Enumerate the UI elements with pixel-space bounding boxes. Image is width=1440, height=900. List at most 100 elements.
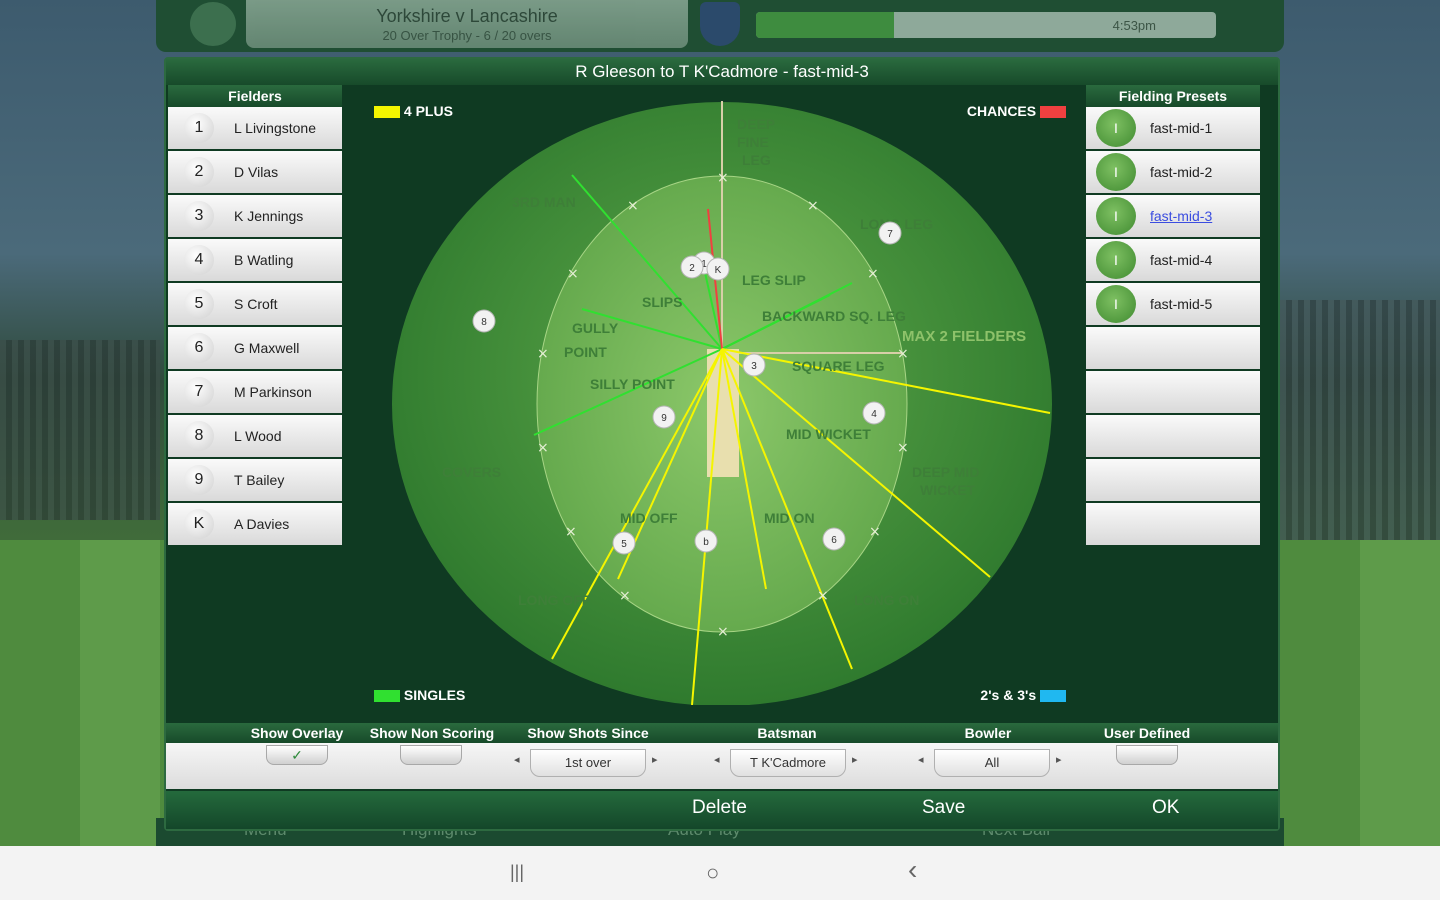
preset-select-button[interactable]: I [1096,153,1136,191]
label-deep-mid: DEEP MID [912,464,979,480]
shots-since-next-icon[interactable]: ▸ [652,753,658,766]
fielder-marker[interactable]: 6 [822,527,846,551]
fielder-row[interactable]: 8 L Wood [168,415,342,457]
fielder-marker[interactable]: 2 [680,255,704,279]
batsman-next-icon[interactable]: ▸ [852,753,858,766]
label-gully: GULLY [572,320,619,336]
preset-select-button[interactable]: I [1096,109,1136,147]
fielder-marker[interactable]: 5 [612,531,636,555]
delete-button[interactable]: Delete [692,797,747,819]
stand-right [1280,300,1440,540]
position-cross-icon: × [807,198,819,214]
preset-empty-row[interactable] [1086,459,1260,501]
preset-empty-row[interactable] [1086,327,1260,369]
fielder-number: 7 [184,377,214,407]
label-square-leg: SQUARE LEG [792,358,885,374]
legend-chances: CHANCES [967,103,1066,119]
label-mid-wicket: MID WICKET [786,426,871,442]
label-max-fielders: MAX 2 FIELDERS [902,328,1026,345]
preset-select-button[interactable]: I [1096,197,1136,235]
show-non-scoring-checkbox[interactable] [400,745,462,765]
preset-empty-row[interactable] [1086,371,1260,413]
position-cross-icon: × [717,624,729,640]
fielder-row[interactable]: 5 S Croft [168,283,342,325]
batsman-selector[interactable]: ◂ T K'Cadmore ▸ [712,749,862,777]
legend-singles: SINGLES [374,687,465,703]
fielder-number: 2 [184,157,214,187]
recents-icon[interactable]: ||| [510,862,524,883]
match-time: 4:53pm [1112,18,1156,33]
preset-empty-row[interactable] [1086,503,1260,545]
dialog-action-bar: Delete Save OK [166,791,1278,829]
preset-select-button[interactable]: I [1096,285,1136,323]
preset-name: fast-mid-1 [1150,120,1213,136]
shots-since-prev-icon[interactable]: ◂ [514,753,520,766]
preset-select-button[interactable]: I [1096,241,1136,279]
preset-row[interactable]: Ifast-mid-5 [1086,283,1260,325]
fielder-marker-label: 6 [831,535,837,546]
bowler-selector[interactable]: ◂ All ▸ [916,749,1066,777]
shots-since-value: 1st over [530,749,646,777]
user-defined-label: User Defined [1103,725,1191,741]
fielder-row[interactable]: K A Davies [168,503,342,545]
show-overlay-checkbox[interactable]: ✓ [266,745,328,765]
field-diagram[interactable]: DEEP FINE LEG 3RD MAN LONG LEG LEG SLIP … [392,99,1052,706]
fielder-marker-label: 5 [621,539,627,550]
shots-since-selector[interactable]: ◂ 1st over ▸ [512,749,662,777]
preset-row[interactable]: Ifast-mid-4 [1086,239,1260,281]
fielder-marker[interactable]: 8 [472,309,496,333]
fielder-marker-label: K [715,265,722,276]
label-backward-square-leg: BACKWARD SQ. LEG [762,308,906,324]
match-title: Yorkshire v Lancashire [376,6,558,26]
preset-name: fast-mid-2 [1150,164,1213,180]
chances-label: CHANCES [966,103,1037,119]
fielder-name: K Jennings [234,208,304,224]
stand-left [0,340,160,520]
fielder-marker[interactable]: 3 [742,353,766,377]
fielder-number: 1 [184,113,214,143]
presets-header: Fielding Presets [1086,85,1260,107]
save-button[interactable]: Save [922,797,965,819]
label-leg: LEG [742,152,771,168]
fielder-row[interactable]: 7 M Parkinson [168,371,342,413]
fielder-marker[interactable]: b [694,529,718,553]
back-icon[interactable]: ‹ [908,854,917,886]
fielder-marker[interactable]: 9 [652,405,676,429]
fielder-row[interactable]: 6 G Maxwell [168,327,342,369]
label-mid-on: MID ON [764,510,815,526]
fielder-marker-label: 8 [481,317,487,328]
fielder-marker[interactable]: 7 [878,221,902,245]
label-wicket: WICKET [920,482,976,498]
home-icon[interactable]: ○ [706,860,719,886]
fielder-row[interactable]: 3 K Jennings [168,195,342,237]
position-cross-icon: × [817,588,829,604]
position-cross-icon: × [717,170,729,186]
label-slips: SLIPS [642,294,682,310]
twos-threes-swatch [1040,690,1066,703]
fielder-row[interactable]: 2 D Vilas [168,151,342,193]
four-plus-label: 4 PLUS [403,103,453,119]
fielder-marker[interactable]: 4 [862,401,886,425]
fielder-row[interactable]: 1 L Livingstone [168,107,342,149]
bowler-prev-icon[interactable]: ◂ [918,753,924,766]
user-defined-checkbox[interactable] [1116,745,1178,765]
batsman-label: Batsman [757,725,817,741]
preset-row[interactable]: Ifast-mid-1 [1086,107,1260,149]
position-cross-icon: × [537,440,549,456]
singles-swatch [374,690,400,703]
position-cross-icon: × [619,588,631,604]
preset-empty-row[interactable] [1086,415,1260,457]
preset-row[interactable]: Ifast-mid-3 [1086,195,1260,237]
fielder-marker-label: b [703,537,709,548]
preset-name: fast-mid-3 [1150,208,1213,224]
bowler-next-icon[interactable]: ▸ [1056,753,1062,766]
fielder-row[interactable]: 4 B Watling [168,239,342,281]
overs-progress-bar: 4:53pm [756,12,1216,38]
batsman-prev-icon[interactable]: ◂ [714,753,720,766]
fielder-name: L Livingstone [234,120,316,136]
fielder-marker[interactable]: K [706,257,730,281]
fielder-row[interactable]: 9 T Bailey [168,459,342,501]
position-cross-icon: × [627,198,639,214]
preset-row[interactable]: Ifast-mid-2 [1086,151,1260,193]
ok-button[interactable]: OK [1152,797,1179,819]
